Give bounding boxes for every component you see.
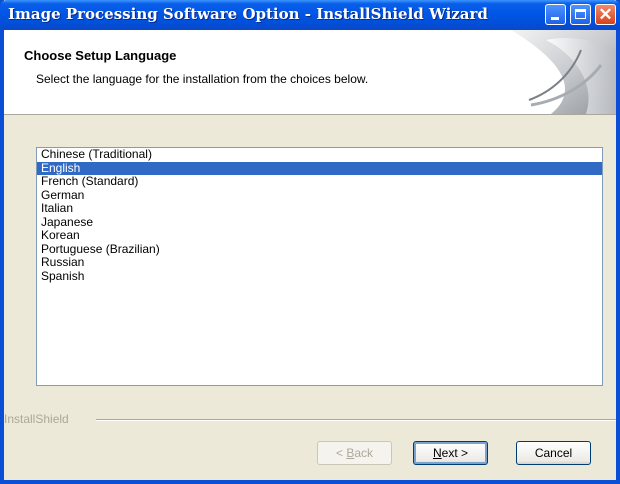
language-option[interactable]: Chinese (Traditional) (37, 147, 602, 162)
language-option[interactable]: Russian (37, 255, 602, 270)
language-option[interactable]: Korean (37, 228, 602, 243)
title-bar[interactable]: Image Processing Software Option - Insta… (0, 0, 620, 30)
language-option[interactable]: English (37, 161, 602, 175)
language-option[interactable]: Japanese (37, 215, 602, 230)
next-button-label: ext (441, 446, 458, 460)
language-listbox[interactable]: Chinese (Traditional) English French (Stan… (36, 147, 603, 386)
cancel-button[interactable]: Cancel (516, 441, 591, 465)
window-title: Image Processing Software Option - Insta… (8, 5, 488, 23)
footer-divider (96, 419, 616, 421)
back-button[interactable]: < Back (317, 441, 392, 465)
language-option[interactable]: Spanish (37, 269, 602, 284)
language-option[interactable]: Portuguese (Brazilian) (37, 242, 602, 257)
cancel-button-label: Cancel (534, 446, 573, 460)
minimize-icon (551, 17, 559, 20)
language-option[interactable]: German (37, 188, 602, 203)
next-button[interactable]: Next > (413, 441, 488, 465)
back-button-prefix: < (335, 446, 347, 460)
maximize-button[interactable] (570, 4, 591, 25)
maximize-icon (575, 9, 586, 19)
language-option[interactable]: Italian (37, 201, 602, 216)
wizard-header: Choose Setup Language Select the languag… (4, 30, 616, 115)
close-button[interactable]: ✕ (595, 4, 616, 25)
installshield-label: InstallShield (4, 412, 69, 426)
next-button-mnemonic: N (432, 446, 442, 460)
back-button-label: ack (354, 446, 374, 460)
language-option[interactable]: French (Standard) (37, 174, 602, 189)
page-title: Choose Setup Language (24, 48, 177, 63)
installer-window: Image Processing Software Option - Insta… (0, 0, 620, 484)
installshield-graphic (511, 30, 616, 114)
next-button-suffix: > (457, 446, 469, 460)
minimize-button[interactable] (545, 4, 566, 25)
close-icon: ✕ (598, 5, 613, 24)
page-subtitle: Select the language for the installation… (36, 72, 369, 86)
